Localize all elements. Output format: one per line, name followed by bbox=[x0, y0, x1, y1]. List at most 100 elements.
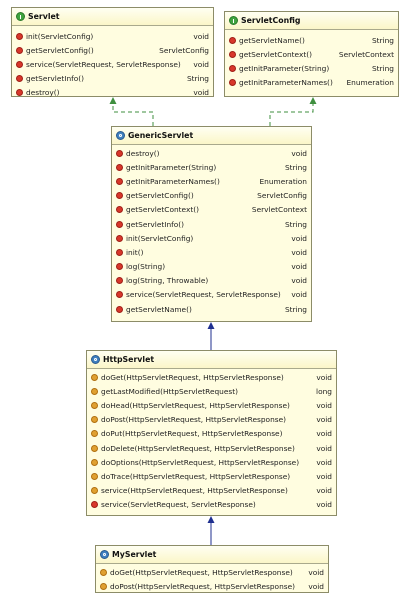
method-signature: doGet(HttpServletRequest, HttpServletRes… bbox=[101, 372, 284, 382]
method-signature: init(ServletConfig) bbox=[26, 31, 94, 41]
method-icon bbox=[116, 248, 123, 256]
method-return-type: ServletConfig bbox=[159, 45, 209, 55]
method-signature: doGet(HttpServletRequest, HttpServletRes… bbox=[110, 567, 293, 577]
method-row[interactable]: log(String, Throwable) void bbox=[112, 274, 311, 288]
method-icon bbox=[91, 487, 98, 495]
method-icon bbox=[116, 149, 123, 157]
method-signature: doDelete(HttpServletRequest, HttpServlet… bbox=[101, 443, 295, 453]
method-return-type: void bbox=[308, 567, 324, 577]
method-row[interactable]: getInitParameterNames() Enumeration bbox=[112, 174, 311, 188]
method-signature: getInitParameterNames() bbox=[126, 176, 220, 186]
method-return-type: ServletContext bbox=[251, 205, 307, 215]
method-return-type: ServletContext bbox=[338, 49, 394, 59]
interface-icon bbox=[16, 12, 25, 21]
method-row[interactable]: getInitParameter(String) String bbox=[112, 160, 311, 174]
servletconfig-title: ServletConfig bbox=[241, 16, 301, 25]
method-row[interactable]: log(String) void bbox=[112, 260, 311, 274]
method-icon bbox=[16, 46, 23, 54]
interface-icon bbox=[229, 16, 238, 25]
myservlet-class-box[interactable]: MyServlet doGet(HttpServletRequest, Http… bbox=[95, 545, 329, 593]
method-return-type: void bbox=[193, 31, 209, 41]
method-row[interactable]: doDelete(HttpServletRequest, HttpServlet… bbox=[87, 441, 336, 455]
method-row[interactable]: doPut(HttpServletRequest, HttpServletRes… bbox=[87, 427, 336, 441]
method-icon bbox=[229, 64, 236, 72]
method-row[interactable]: init(ServletConfig) void bbox=[12, 29, 213, 43]
method-signature: getInitParameterNames() bbox=[239, 78, 333, 88]
servletconfig-methods: getServletName() String getServletContext… bbox=[225, 30, 398, 90]
method-row[interactable]: init(ServletConfig) void bbox=[112, 231, 311, 245]
method-signature: doPut(HttpServletRequest, HttpServletRes… bbox=[101, 429, 283, 439]
method-return-type: void bbox=[291, 233, 307, 243]
method-icon bbox=[91, 387, 98, 395]
method-return-type: void bbox=[316, 471, 332, 481]
method-icon bbox=[91, 401, 98, 409]
method-row[interactable]: getServletConfig() ServletConfig bbox=[112, 189, 311, 203]
httpservlet-class-box[interactable]: HttpServlet doGet(HttpServletRequest, Ht… bbox=[86, 350, 337, 516]
method-row[interactable]: getServletContext() ServletContext bbox=[225, 47, 398, 61]
servlet-header: Servlet bbox=[12, 8, 213, 26]
method-signature: getServletName() bbox=[239, 35, 305, 45]
servletconfig-interface-box[interactable]: ServletConfig getServletName() String get… bbox=[224, 11, 399, 97]
method-signature: service(ServletRequest, ServletResponse) bbox=[126, 290, 281, 300]
method-row[interactable]: getServletContext() ServletContext bbox=[112, 203, 311, 217]
method-icon bbox=[16, 75, 23, 83]
method-row[interactable]: getServletName() String bbox=[112, 302, 311, 316]
method-signature: doOptions(HttpServletRequest, HttpServle… bbox=[101, 457, 300, 467]
method-icon bbox=[116, 192, 123, 200]
method-return-type: long bbox=[316, 386, 332, 396]
method-icon bbox=[116, 220, 123, 228]
servlet-methods: init(ServletConfig) void getServletConfig… bbox=[12, 26, 213, 100]
method-row[interactable]: init() void bbox=[112, 245, 311, 259]
method-icon bbox=[91, 458, 98, 466]
method-row[interactable]: doGet(HttpServletRequest, HttpServletRes… bbox=[96, 565, 328, 579]
method-row[interactable]: service(ServletRequest, ServletResponse)… bbox=[112, 288, 311, 302]
method-row[interactable]: service(ServletRequest, ServletResponse)… bbox=[12, 57, 213, 71]
method-return-type: Enumeration bbox=[259, 176, 307, 186]
method-signature: getServletInfo() bbox=[126, 219, 185, 229]
method-row[interactable]: destroy() void bbox=[12, 86, 213, 100]
method-row[interactable]: getServletInfo() String bbox=[112, 217, 311, 231]
method-icon bbox=[91, 373, 98, 381]
method-return-type: void bbox=[291, 276, 307, 286]
method-row[interactable]: getServletName() String bbox=[225, 33, 398, 47]
method-row[interactable]: doOptions(HttpServletRequest, HttpServle… bbox=[87, 455, 336, 469]
method-return-type: void bbox=[316, 457, 332, 467]
method-return-type: String bbox=[371, 63, 394, 73]
genericservlet-title: GenericServlet bbox=[128, 131, 194, 140]
method-row[interactable]: doGet(HttpServletRequest, HttpServletRes… bbox=[87, 370, 336, 384]
extends-httpservlet-arrowhead bbox=[207, 516, 215, 523]
method-row[interactable]: doPost(HttpServletRequest, HttpServletRe… bbox=[87, 413, 336, 427]
method-icon bbox=[91, 472, 98, 480]
method-row[interactable]: service(HttpServletRequest, HttpServletR… bbox=[87, 484, 336, 498]
myservlet-methods: doGet(HttpServletRequest, HttpServletRes… bbox=[96, 564, 328, 593]
method-row[interactable]: service(ServletRequest, ServletResponse)… bbox=[87, 498, 336, 512]
myservlet-header: MyServlet bbox=[96, 546, 328, 564]
genericservlet-class-box[interactable]: GenericServlet destroy() void getInitPara… bbox=[111, 126, 312, 322]
method-signature: destroy() bbox=[126, 148, 160, 158]
method-return-type: void bbox=[316, 486, 332, 496]
method-icon bbox=[229, 36, 236, 44]
method-return-type: void bbox=[291, 148, 307, 158]
method-signature: destroy() bbox=[26, 88, 60, 98]
method-signature: service(HttpServletRequest, HttpServletR… bbox=[101, 486, 288, 496]
method-row[interactable]: getInitParameter(String) String bbox=[225, 61, 398, 75]
method-return-type: String bbox=[284, 162, 307, 172]
method-icon bbox=[91, 444, 98, 452]
method-row[interactable]: destroy() void bbox=[112, 146, 311, 160]
method-row[interactable]: doTrace(HttpServletRequest, HttpServletR… bbox=[87, 469, 336, 483]
method-row[interactable]: getServletInfo() String bbox=[12, 72, 213, 86]
method-row[interactable]: doPost(HttpServletRequest, HttpServletRe… bbox=[96, 579, 328, 593]
method-signature: doHead(HttpServletRequest, HttpServletRe… bbox=[101, 400, 290, 410]
method-row[interactable]: getInitParameterNames() Enumeration bbox=[225, 76, 398, 90]
method-return-type: String bbox=[186, 74, 209, 84]
method-signature: doPost(HttpServletRequest, HttpServletRe… bbox=[110, 581, 296, 591]
method-row[interactable]: getServletConfig() ServletConfig bbox=[12, 43, 213, 57]
method-signature: getInitParameter(String) bbox=[126, 162, 217, 172]
method-row[interactable]: doHead(HttpServletRequest, HttpServletRe… bbox=[87, 398, 336, 412]
method-icon bbox=[116, 234, 123, 242]
servlet-interface-box[interactable]: Servlet init(ServletConfig) void getServl… bbox=[11, 7, 214, 97]
method-icon bbox=[100, 582, 107, 590]
method-icon bbox=[116, 263, 123, 271]
method-row[interactable]: getLastModified(HttpServletRequest) long bbox=[87, 384, 336, 398]
method-icon bbox=[116, 305, 123, 313]
